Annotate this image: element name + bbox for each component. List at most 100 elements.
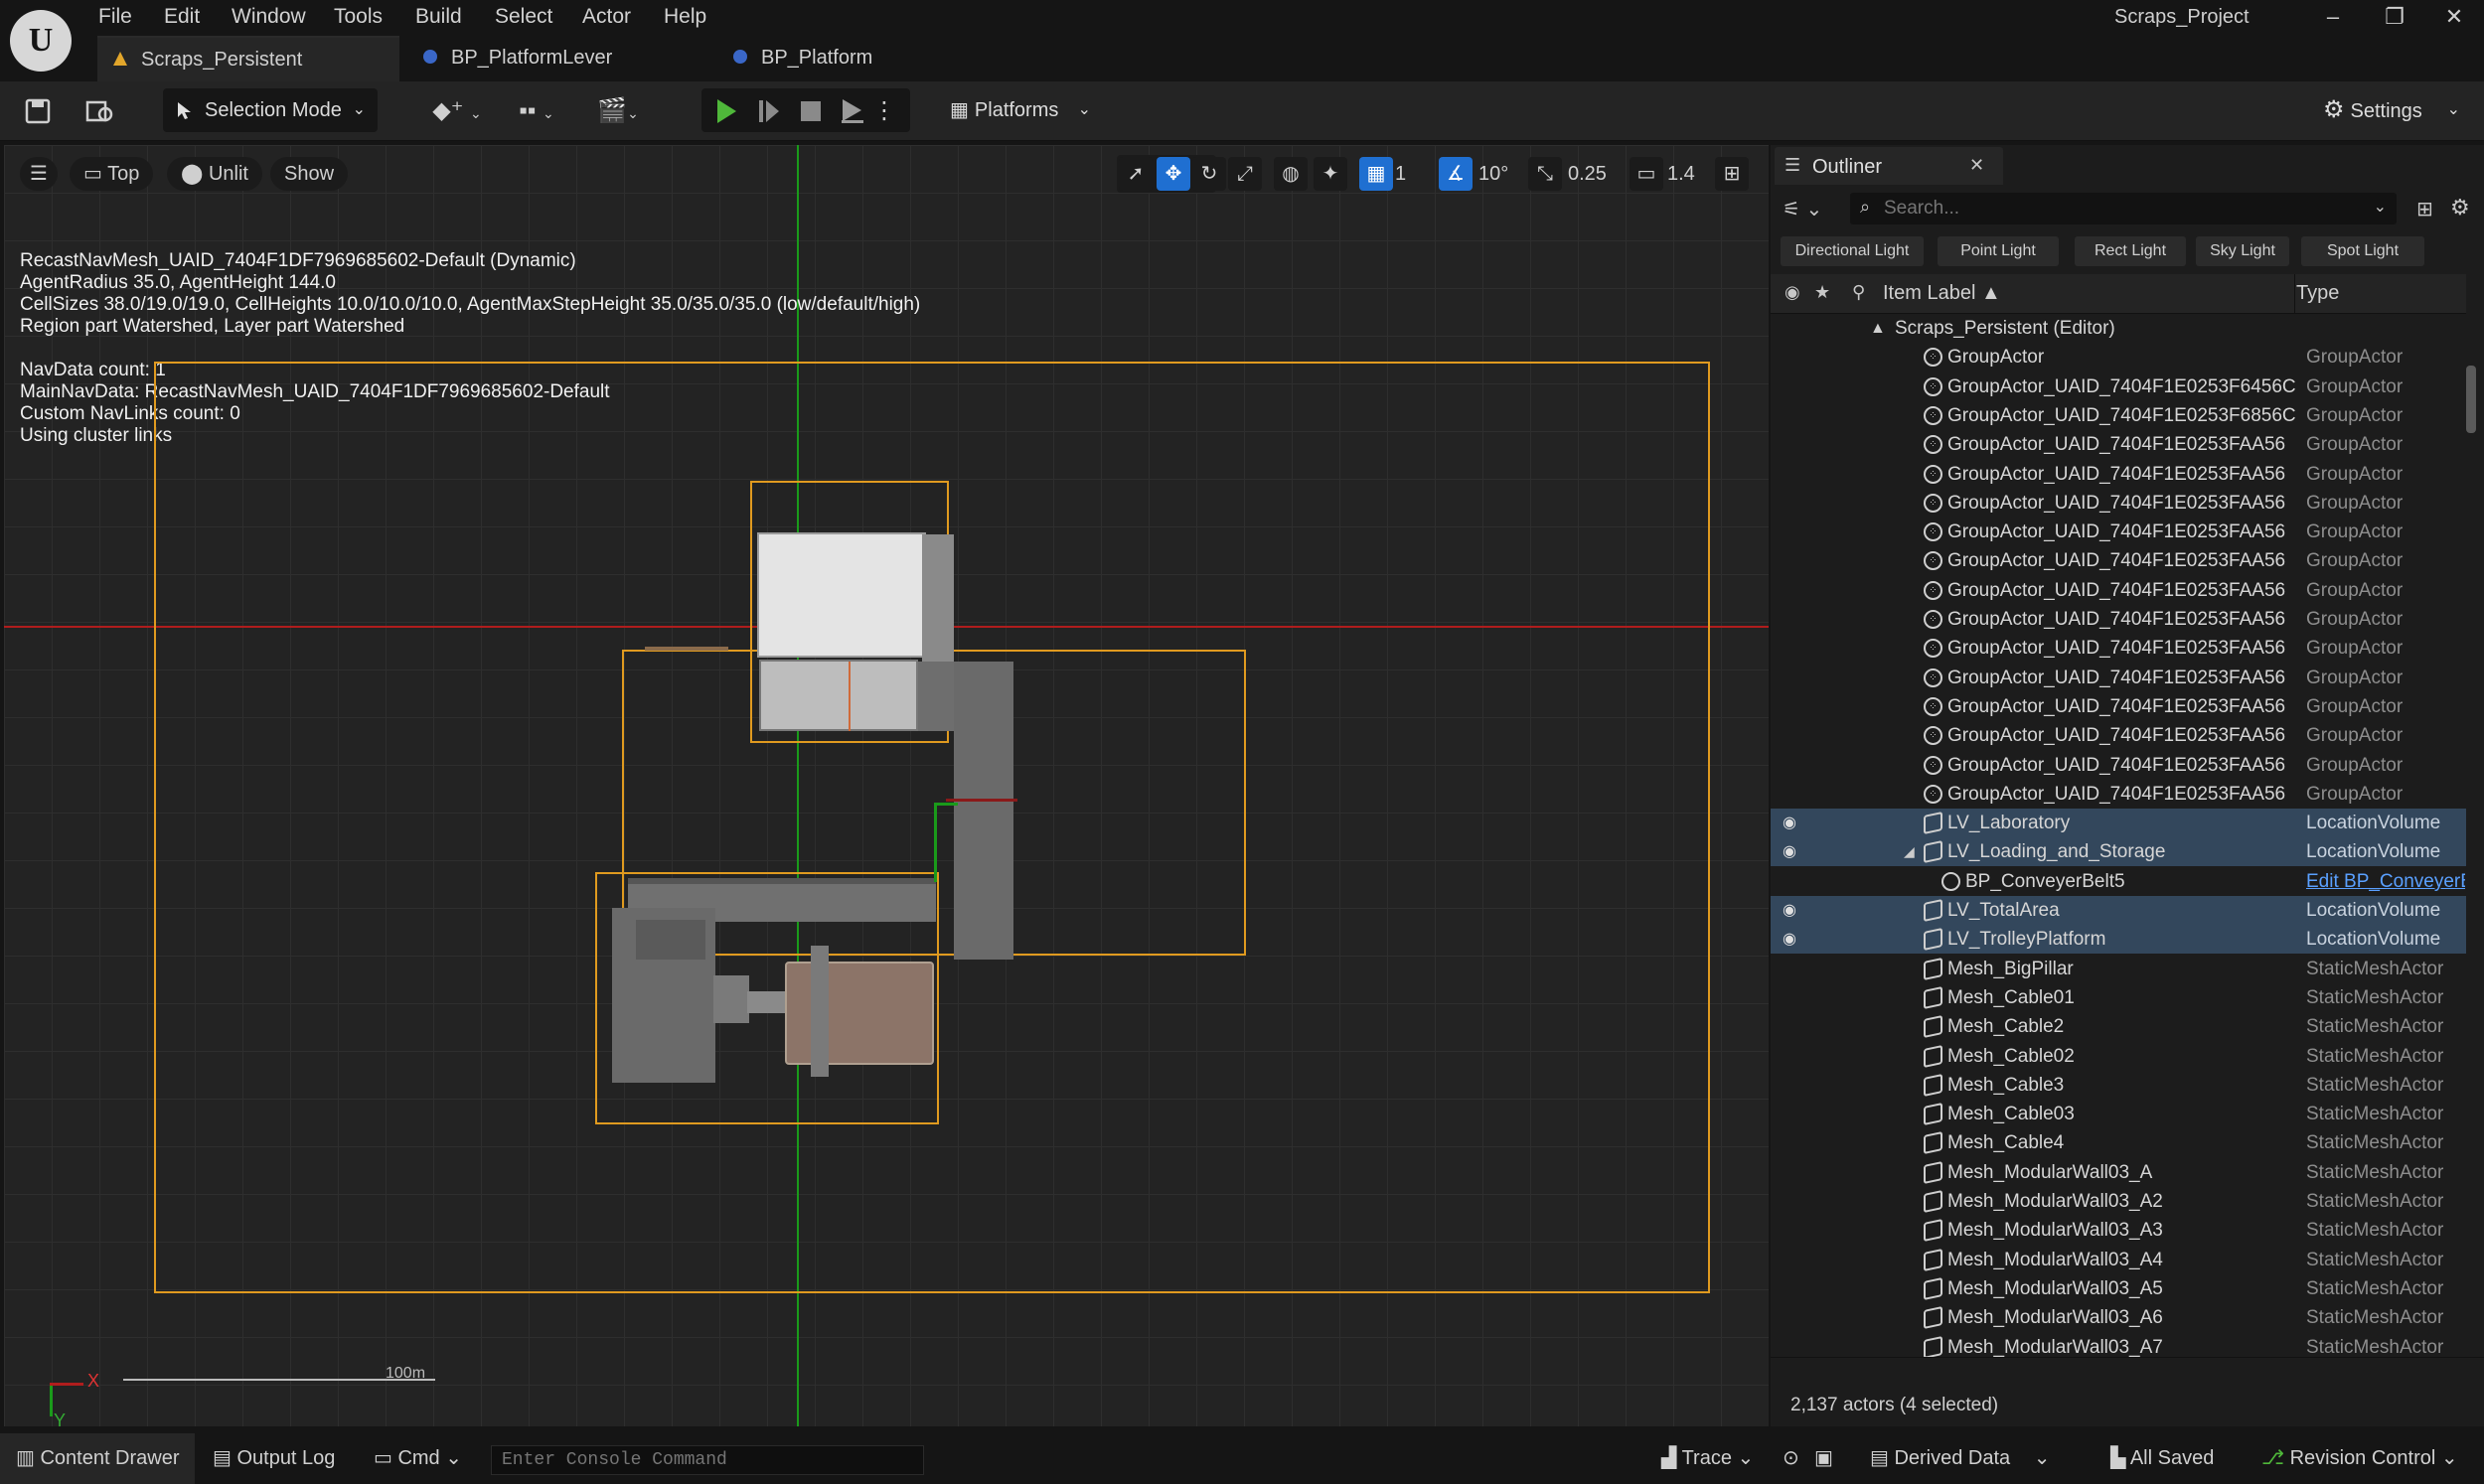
gizmo-x-arrow[interactable] [946,799,1017,802]
rotate-tool-icon[interactable]: ↻ [1192,157,1226,191]
unreal-logo-icon[interactable]: U [10,10,72,72]
eject-icon[interactable] [833,91,872,131]
outliner-row[interactable]: ⁘ GroupActor_UAID_7404F1E0253FAA56 GroupAc… [1771,751,2466,780]
tree-row-root[interactable]: ▲ Scraps_Persistent (Editor) [1771,314,2466,343]
outliner-row[interactable]: ⁘ GroupActor_UAID_7404F1E0253FAA56 GroupAc… [1771,460,2466,489]
visibility-eye-icon[interactable]: ◉ [1783,809,1796,837]
menu-actor[interactable]: Actor [580,0,633,34]
outliner-tab[interactable]: ☰ Outliner ✕ [1775,147,2003,185]
filter-icon[interactable]: ⚟ ⌄ [1783,197,1822,222]
menu-edit[interactable]: Edit [162,0,202,34]
visibility-eye-icon[interactable]: ◉ [1783,837,1796,866]
camera-speed-value[interactable]: 1.4 [1667,157,1695,191]
outliner-row[interactable]: ⁘ GroupActor_UAID_7404F1E0253FAA56 GroupAc… [1771,605,2466,634]
cinematics-icon[interactable]: 🎬⌄ [588,91,648,131]
storage-machine[interactable] [636,920,705,960]
level-viewport[interactable]: ☰ ▭ Top ⬤ Unlit Show ➚ ✥ ↻ ⤢ ◍ ✦ ▦ 1 ∡ 1… [4,145,1769,1426]
menu-help[interactable]: Help [662,0,708,34]
outliner-row[interactable]: ⁘ GroupActor_UAID_7404F1E0253F6856C GroupA… [1771,401,2466,430]
play-icon[interactable] [706,91,746,131]
outliner-row[interactable]: Mesh_ModularWall03_A StaticMeshActor [1771,1158,2466,1187]
corridor-vertical[interactable] [954,662,1013,960]
select-tool-icon[interactable]: ➚ [1119,157,1153,191]
grid-snap-value[interactable]: 1 [1395,157,1406,191]
outliner-row[interactable]: Mesh_ModularWall03_A2 StaticMeshActor [1771,1187,2466,1216]
outliner-row[interactable]: Mesh_Cable01 StaticMeshActor [1771,983,2466,1012]
expand-arrow-icon[interactable]: ◢ [1904,837,1915,866]
tab-scraps-persistent[interactable]: Scraps_Persistent [97,36,399,81]
column-divider[interactable] [2294,274,2295,314]
add-folder-icon[interactable]: ⊞ [2416,197,2433,222]
blueprints-icon[interactable]: ▪▪ ⌄ [507,91,566,131]
filter-point-light[interactable]: Point Light [1938,236,2059,266]
laboratory-wall[interactable] [922,534,954,666]
menu-file[interactable]: File [96,0,134,34]
trolley-platform[interactable] [785,962,934,1065]
platforms-dropdown[interactable]: ▦ Platforms ⌄ [936,88,1103,132]
search-input[interactable] [1884,193,2351,224]
maximize-viewport-icon[interactable]: ⊞ [1715,157,1749,191]
outliner-row[interactable]: Mesh_ModularWall03_A4 StaticMeshActor [1771,1246,2466,1274]
show-button[interactable]: Show [270,157,349,191]
lab-side-block[interactable] [918,662,954,731]
outliner-row[interactable]: ◉ LV_TotalArea LocationVolume [1771,896,2466,925]
rail-segment[interactable] [747,991,789,1013]
chevron-down-icon[interactable]: ⌄ [2374,197,2387,217]
outliner-row[interactable]: ⁘ GroupActor_UAID_7404F1E0253FAA56 GroupAc… [1771,721,2466,750]
surface-snap-icon[interactable]: ✦ [1314,157,1347,191]
outliner-row[interactable]: ◉ LV_Laboratory LocationVolume [1771,809,2466,837]
filter-sky-light[interactable]: Sky Light [2196,236,2289,266]
menu-select[interactable]: Select [493,0,554,34]
outliner-row[interactable]: ⁘ GroupActor_UAID_7404F1E0253FAA56 GroupAc… [1771,780,2466,809]
content-drawer-button[interactable]: ▥ Content Drawer [16,1433,180,1484]
outliner-row[interactable]: Mesh_Cable2 StaticMeshActor [1771,1012,2466,1041]
gizmo-y-axis[interactable] [934,803,937,882]
outliner-row[interactable]: Mesh_ModularWall03_A7 StaticMeshActor [1771,1333,2466,1357]
outliner-row[interactable]: ⁘ GroupActor_UAID_7404F1E0253FAA56 GroupAc… [1771,546,2466,575]
outliner-row[interactable]: ⁘ GroupActor_UAID_7404F1E0253FAA56 GroupAc… [1771,489,2466,518]
cmd-dropdown[interactable]: ▭ Cmd ⌄ [374,1433,462,1484]
outliner-row[interactable]: Mesh_ModularWall03_A3 StaticMeshActor [1771,1216,2466,1245]
outliner-tree[interactable]: ▲ Scraps_Persistent (Editor) ⁘ GroupActor… [1771,314,2466,1357]
screenshot-icon[interactable]: ▣ [1814,1433,1833,1484]
advance-frame-icon[interactable] [749,91,789,131]
outliner-row[interactable]: ⁘ GroupActor_UAID_7404F1E0253FAA56 GroupAc… [1771,430,2466,459]
gizmo-y-arrow[interactable] [934,803,958,806]
save-icon[interactable] [18,91,58,131]
revision-control-dropdown[interactable]: ⎇ Revision Control ⌄ [2261,1433,2458,1484]
outliner-row[interactable]: ⁘ GroupActor GroupActor [1771,343,2466,371]
console-input[interactable] [491,1445,924,1475]
outliner-row[interactable]: ⁘ GroupActor_UAID_7404F1E0253FAA56 GroupAc… [1771,664,2466,692]
viewport-menu-button[interactable]: ☰ [20,157,58,191]
all-saved-button[interactable]: ▙ All Saved [2110,1433,2214,1484]
gear-icon[interactable]: ⚙ [2450,195,2470,221]
type-header[interactable]: Type [2296,282,2339,305]
outliner-row[interactable]: ⁘ GroupActor_UAID_7404F1E0253FAA56 GroupAc… [1771,634,2466,663]
restore-button[interactable]: ❐ [2365,0,2424,36]
visibility-eye-icon[interactable]: ◉ [1783,896,1796,925]
outliner-row[interactable]: Mesh_Cable3 StaticMeshActor [1771,1071,2466,1100]
close-icon[interactable]: ✕ [1969,155,1984,176]
item-label-header[interactable]: Item Label ▲ [1883,282,2001,305]
more-options-icon[interactable]: ⋮ [872,91,896,131]
translate-tool-icon[interactable]: ✥ [1157,157,1190,191]
scale-snap-icon[interactable]: ⤡ [1528,157,1562,191]
outliner-row[interactable]: Mesh_ModularWall03_A6 StaticMeshActor [1771,1303,2466,1332]
outliner-row[interactable]: ⁘ GroupActor_UAID_7404F1E0253FAA56 GroupAc… [1771,692,2466,721]
outliner-row[interactable]: BP_ConveyerBelt5 Edit BP_ConveyerB [1771,867,2466,896]
laboratory-floor[interactable] [757,532,926,658]
view-type-button[interactable]: ▭ Top [70,157,154,191]
output-log-button[interactable]: ▤ Output Log [213,1433,335,1484]
add-actor-icon[interactable]: ◆⁺ ⌄ [427,91,487,131]
record-icon[interactable]: ⊙ [1783,1433,1799,1484]
rotation-snap-icon[interactable]: ∡ [1439,157,1473,191]
outliner-row[interactable]: Mesh_Cable03 StaticMeshActor [1771,1100,2466,1128]
trace-dropdown[interactable]: ▟ Trace ⌄ [1661,1433,1754,1484]
filter-directional-light[interactable]: Directional Light [1781,236,1924,266]
search-box[interactable]: ⌕ ⌄ [1850,193,2397,224]
view-mode-button[interactable]: ⬤ Unlit [167,157,262,191]
visibility-eye-icon[interactable]: ◉ [1783,925,1796,954]
menu-tools[interactable]: Tools [332,0,385,34]
connector-block[interactable] [713,975,749,1023]
minimize-button[interactable]: – [2303,0,2363,36]
